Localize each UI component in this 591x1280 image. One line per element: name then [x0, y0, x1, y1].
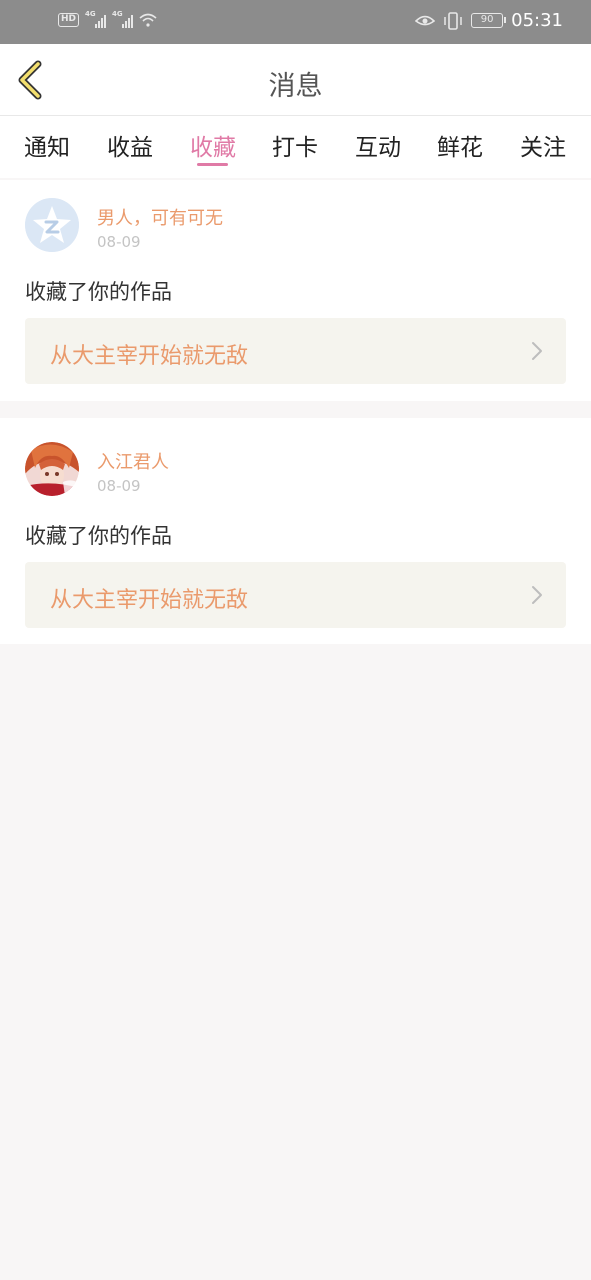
work-title: 从大主宰开始就无敌 — [50, 588, 249, 613]
eye-comfort-icon — [415, 15, 436, 25]
avatar[interactable] — [25, 442, 79, 496]
tab-earnings[interactable]: 收益 — [107, 128, 153, 162]
work-title: 从大主宰开始就无敌 — [50, 344, 249, 369]
hd-badge: HD — [58, 13, 80, 27]
signal-icon-2: 4G — [112, 10, 134, 28]
header: 消息 — [0, 44, 591, 116]
tab-bar: 通知 收益 收藏 打卡 互动 鲜花 关注 — [0, 116, 591, 178]
tab-flowers[interactable]: 鲜花 — [437, 128, 483, 162]
tab-follows[interactable]: 关注 — [520, 128, 566, 162]
tab-interactions[interactable]: 互动 — [355, 128, 401, 162]
tab-checkin[interactable]: 打卡 — [272, 128, 318, 162]
username[interactable]: 男人，可有可无 — [97, 204, 223, 230]
clock: 05:31 — [511, 10, 563, 31]
avatar[interactable] — [25, 198, 79, 252]
message-text: 收藏了你的作品 — [25, 280, 172, 304]
wifi-icon — [139, 13, 157, 27]
work-link[interactable]: 从大主宰开始就无敌 — [25, 318, 566, 384]
default-avatar-icon — [25, 198, 79, 252]
message-date: 08-09 — [97, 477, 141, 495]
chevron-right-icon — [532, 586, 542, 604]
signal-label: 4G — [85, 10, 96, 18]
message-text: 收藏了你的作品 — [25, 524, 172, 548]
vibrate-icon — [444, 11, 462, 30]
status-bar: HD 4G 4G 90 05:31 — [0, 0, 591, 44]
battery-icon: 90 — [471, 13, 507, 28]
tab-favorites[interactable]: 收藏 — [190, 128, 236, 162]
message-card: 入江君人 08-09 收藏了你的作品 从大主宰开始就无敌 — [0, 418, 591, 644]
signal-label-2: 4G — [112, 10, 123, 18]
signal-icon: 4G — [85, 10, 107, 28]
tab-notifications[interactable]: 通知 — [24, 128, 70, 162]
message-date: 08-09 — [97, 233, 141, 251]
page-title: 消息 — [268, 71, 323, 102]
work-link[interactable]: 从大主宰开始就无敌 — [25, 562, 566, 628]
chevron-right-icon — [532, 342, 542, 360]
username[interactable]: 入江君人 — [97, 448, 169, 474]
user-avatar-image — [25, 442, 79, 496]
message-card: 男人，可有可无 08-09 收藏了你的作品 从大主宰开始就无敌 — [0, 180, 591, 401]
active-tab-indicator — [197, 163, 228, 166]
